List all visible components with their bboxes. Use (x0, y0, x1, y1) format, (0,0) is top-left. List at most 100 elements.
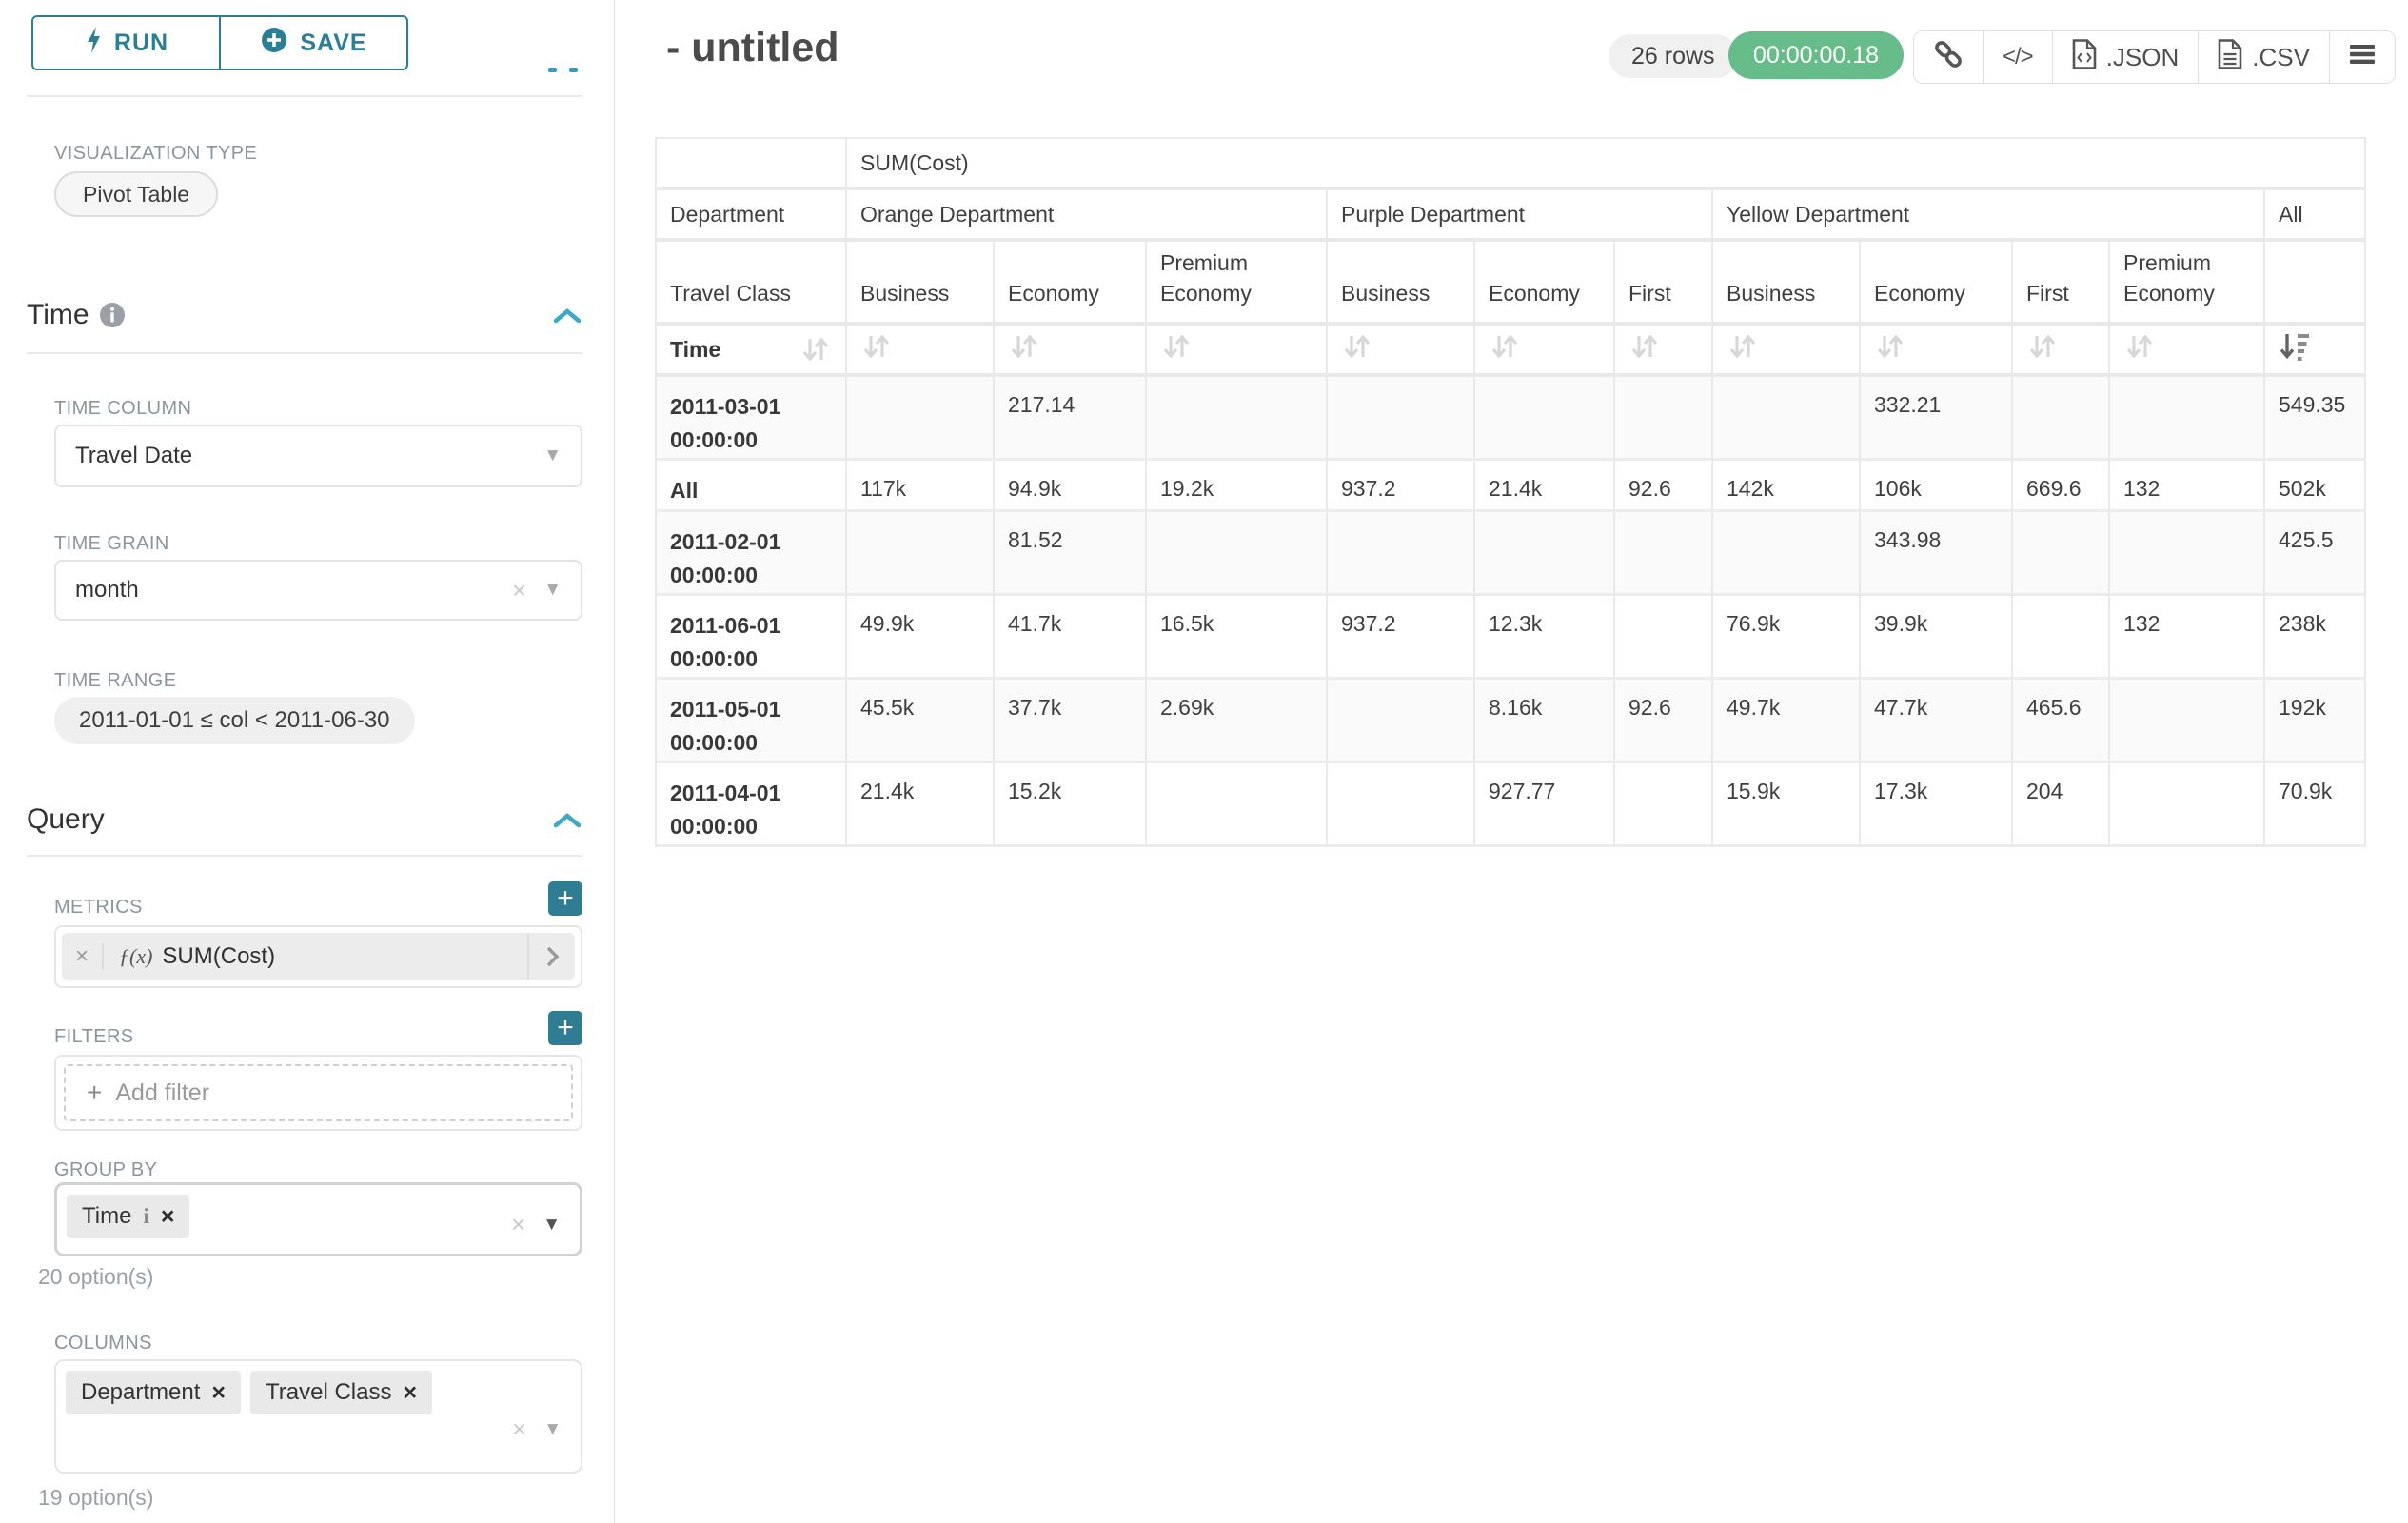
chevron-right-icon[interactable] (527, 933, 575, 980)
export-csv-button[interactable]: .CSV (2199, 31, 2330, 83)
data-cell (1328, 377, 1475, 461)
sort-icon[interactable] (799, 334, 832, 365)
travel-class-header: First (1615, 242, 1713, 326)
data-cell: 937.2 (1328, 461, 1475, 512)
run-button[interactable]: RUN (31, 15, 220, 70)
time-range-label: TIME RANGE (54, 670, 176, 692)
data-cell (1615, 512, 1713, 596)
travel-class-header: Business (1328, 242, 1475, 326)
save-button[interactable]: SAVE (220, 15, 408, 70)
columns-select[interactable]: Department×Travel Class× × ▼ (54, 1359, 582, 1474)
data-cell: 19.2k (1147, 461, 1328, 512)
dimension-tag[interactable]: Timei× (67, 1195, 189, 1238)
data-cell (1475, 377, 1615, 461)
query-section-collapse-chevron[interactable] (552, 811, 582, 835)
row-label: 2011-06-01 00:00:00 (657, 596, 847, 680)
remove-metric-icon[interactable]: × (62, 943, 104, 970)
time-section-collapse-chevron[interactable] (552, 307, 582, 330)
add-filter-dropzone[interactable]: + Add filter (64, 1064, 573, 1121)
row-dimension-label: Time (670, 337, 720, 363)
json-file-icon (2072, 39, 2097, 76)
export-button-group: </> .JSON .CSV (1913, 30, 2396, 84)
link-icon (1933, 39, 1964, 76)
clear-icon[interactable]: × (511, 1210, 525, 1239)
data-cell (1475, 512, 1615, 596)
sort-icon[interactable] (1341, 331, 1373, 362)
dimension-tag[interactable]: Department× (66, 1371, 241, 1414)
sort-icon[interactable] (860, 331, 893, 362)
clear-icon[interactable]: × (512, 576, 526, 605)
sort-icon[interactable] (1160, 331, 1193, 362)
time-column-label: TIME COLUMN (54, 398, 191, 420)
sort-icon[interactable] (1008, 331, 1040, 362)
view-query-button[interactable]: </> (1984, 31, 2053, 83)
dimension-tag[interactable]: Travel Class× (250, 1371, 432, 1414)
add-filter-plus-button[interactable]: + (548, 1011, 582, 1045)
group-by-select[interactable]: Timei× × ▼ (54, 1182, 582, 1256)
remove-tag-icon[interactable]: × (161, 1203, 175, 1231)
data-cell (2013, 377, 2110, 461)
table-row: 2011-02-01 00:00:0081.52343.98425.5 (657, 512, 2366, 596)
data-cell: 47.7k (1861, 680, 2013, 763)
filters-label: FILTERS (54, 1026, 134, 1048)
remove-tag-icon[interactable]: × (403, 1379, 417, 1407)
data-cell (1615, 377, 1713, 461)
time-column-select[interactable]: Travel Date ▼ (54, 425, 582, 487)
data-cell: 192k (2265, 680, 2366, 763)
data-cell: 81.52 (995, 512, 1147, 596)
export-json-button[interactable]: .JSON (2053, 31, 2200, 83)
group-by-label: GROUP BY (54, 1159, 157, 1181)
data-cell: 332.21 (1861, 377, 2013, 461)
data-cell: 92.6 (1615, 461, 1713, 512)
metric-pill[interactable]: × ƒ(x) SUM(Cost) (62, 933, 575, 980)
remove-tag-icon[interactable]: × (211, 1379, 226, 1407)
chevron-down-icon[interactable]: ▼ (543, 580, 562, 601)
data-cell: 2.69k (1147, 680, 1328, 763)
table-row: 2011-03-01 00:00:00217.14332.21549.35 (657, 377, 2366, 461)
sort-icon[interactable] (1874, 331, 1906, 362)
section-divider (27, 855, 582, 857)
metric-container: × ƒ(x) SUM(Cost) (54, 925, 582, 988)
time-row-header: Time (657, 326, 847, 377)
sort-icon[interactable] (2123, 331, 2156, 362)
chevron-down-icon[interactable]: ▼ (543, 445, 562, 466)
data-cell: 41.7k (995, 596, 1147, 680)
filters-container: + Add filter (54, 1055, 582, 1131)
data-cell (2110, 763, 2265, 847)
table-row: 2011-06-01 00:00:0049.9k41.7k16.5k937.21… (657, 596, 2366, 680)
add-metric-button[interactable]: + (548, 881, 582, 916)
visualization-type-pill[interactable]: Pivot Table (54, 171, 218, 217)
chart-type-collapse-chevron[interactable] (548, 68, 578, 72)
sort-active-icon[interactable] (2279, 331, 2311, 362)
data-cell: 17.3k (1861, 763, 2013, 847)
travel-class-header (2265, 242, 2366, 326)
travel-class-dimension-label: Travel Class (657, 242, 847, 326)
tag-label: Time (82, 1203, 131, 1230)
sort-icon[interactable] (2026, 331, 2059, 362)
data-cell: 39.9k (1861, 596, 2013, 680)
data-cell: 45.5k (847, 680, 995, 763)
data-cell: 142k (1713, 461, 1861, 512)
sort-icon[interactable] (1489, 331, 1521, 362)
chart-title[interactable]: - untitled (666, 25, 839, 71)
clear-icon[interactable]: × (512, 1414, 526, 1444)
data-cell (1328, 763, 1475, 847)
table-row: All117k94.9k19.2k937.221.4k92.6142k106k6… (657, 461, 2366, 512)
data-cell: 92.6 (1615, 680, 1713, 763)
data-cell (2110, 377, 2265, 461)
time-grain-select[interactable]: month × ▼ (54, 560, 582, 621)
department-dimension-label: Department (657, 190, 847, 242)
travel-class-header: Business (847, 242, 995, 326)
sort-icon[interactable] (1628, 331, 1661, 362)
menu-button[interactable] (2330, 31, 2395, 83)
chevron-down-icon[interactable]: ▼ (543, 1215, 561, 1236)
sort-icon[interactable] (1727, 331, 1759, 362)
data-cell (1328, 512, 1475, 596)
data-cell (1147, 377, 1328, 461)
chevron-down-icon[interactable]: ▼ (543, 1419, 562, 1440)
data-cell (2110, 680, 2265, 763)
copy-link-button[interactable] (1914, 31, 1984, 83)
section-divider (27, 95, 582, 97)
time-range-pill[interactable]: 2011-01-01 ≤ col < 2011-06-30 (54, 697, 415, 744)
data-cell: 15.2k (995, 763, 1147, 847)
